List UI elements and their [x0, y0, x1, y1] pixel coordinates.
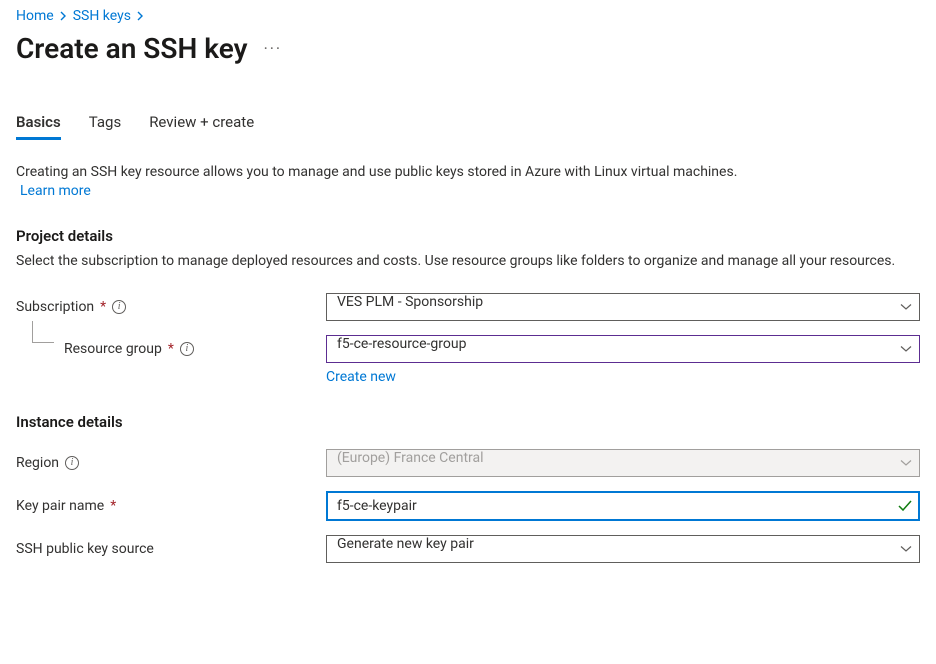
resource-group-select[interactable]: f5-ce-resource-group — [326, 335, 920, 363]
project-details-description: Select the subscription to manage deploy… — [16, 251, 920, 271]
more-icon[interactable]: ··· — [264, 39, 283, 58]
key-pair-name-label: Key pair name * — [16, 498, 326, 514]
form-row-resource-group: Resource group * i f5-ce-resource-group — [16, 335, 920, 363]
info-icon[interactable]: i — [112, 300, 126, 314]
form-row-key-pair-name: Key pair name * — [16, 491, 920, 521]
breadcrumb-home[interactable]: Home — [16, 8, 54, 24]
ssh-source-label: SSH public key source — [16, 541, 326, 557]
resource-group-label: Resource group * i — [16, 341, 326, 357]
region-label: Region i — [16, 455, 326, 471]
chevron-right-icon — [60, 11, 67, 21]
required-star: * — [168, 341, 174, 357]
required-star: * — [100, 299, 106, 315]
form-row-ssh-source: SSH public key source Generate new key p… — [16, 535, 920, 563]
intro-block: Creating an SSH key resource allows you … — [16, 163, 920, 199]
region-select: (Europe) France Central — [326, 449, 920, 477]
intro-text: Creating an SSH key resource allows you … — [16, 164, 737, 180]
tab-basics[interactable]: Basics — [16, 113, 61, 140]
tab-review-create[interactable]: Review + create — [149, 113, 254, 140]
nested-indicator-icon — [32, 321, 54, 343]
create-new-link[interactable]: Create new — [326, 369, 396, 385]
subscription-select[interactable]: VES PLM - Sponsorship — [326, 293, 920, 321]
page-title: Create an SSH key — [16, 32, 248, 65]
instance-details-heading: Instance details — [16, 413, 920, 431]
learn-more-link[interactable]: Learn more — [20, 183, 91, 199]
ssh-source-select[interactable]: Generate new key pair — [326, 535, 920, 563]
create-new-row: Create new — [16, 369, 920, 385]
chevron-right-icon — [137, 11, 144, 21]
form-row-region: Region i (Europe) France Central — [16, 449, 920, 477]
tab-tags[interactable]: Tags — [89, 113, 121, 140]
form-row-subscription: Subscription * i VES PLM - Sponsorship — [16, 293, 920, 321]
breadcrumb-ssh-keys[interactable]: SSH keys — [73, 8, 131, 24]
info-icon[interactable]: i — [180, 342, 194, 356]
breadcrumb: Home SSH keys — [16, 8, 920, 24]
info-icon[interactable]: i — [65, 456, 79, 470]
page-title-row: Create an SSH key ··· — [16, 32, 920, 65]
project-details-heading: Project details — [16, 227, 920, 245]
required-star: * — [110, 498, 116, 514]
tabs: Basics Tags Review + create — [16, 113, 920, 141]
key-pair-name-input[interactable] — [326, 491, 920, 521]
subscription-label: Subscription * i — [16, 299, 326, 315]
